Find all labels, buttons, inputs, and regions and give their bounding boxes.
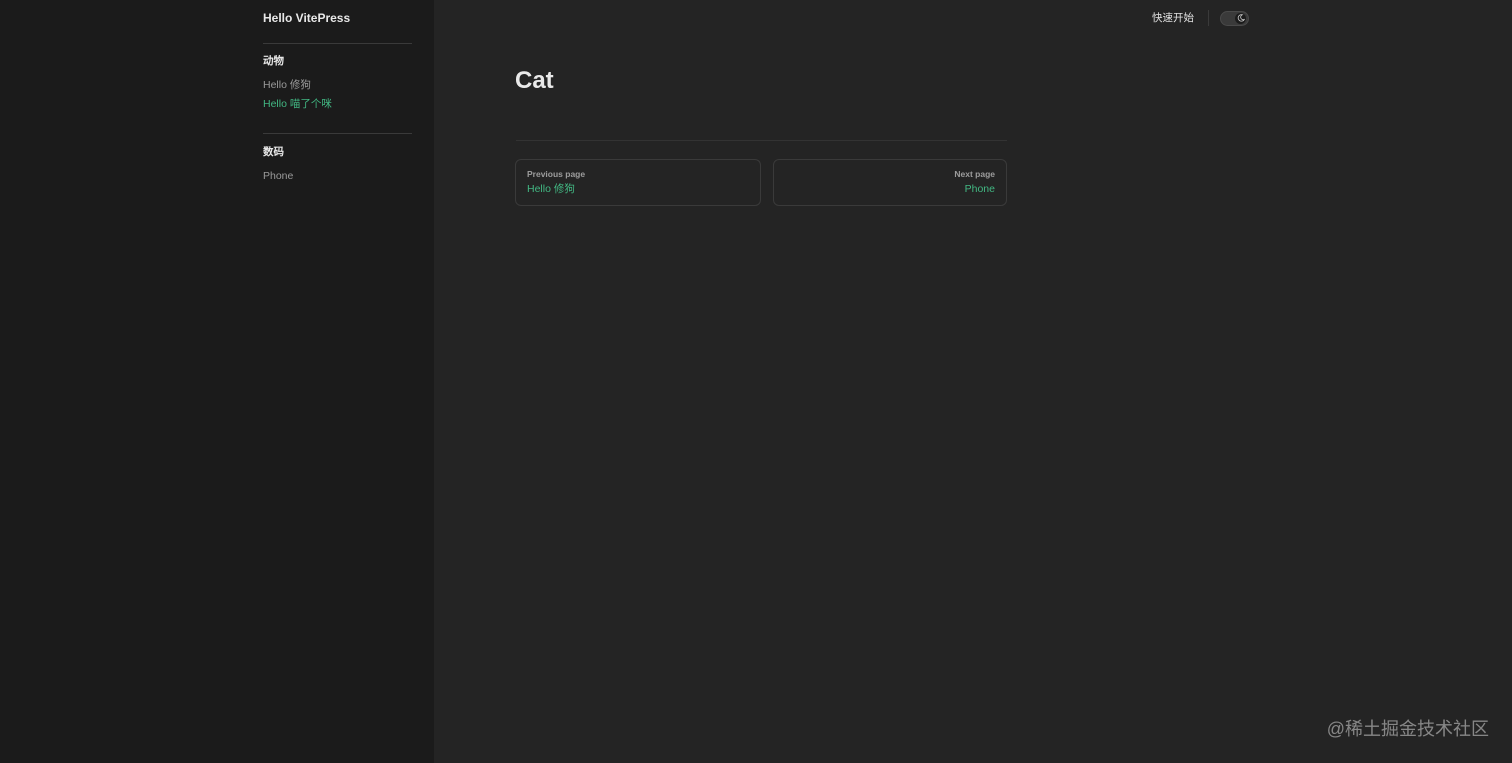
page-title: Cat bbox=[515, 67, 554, 94]
toggle-knob bbox=[1235, 12, 1246, 24]
sidebar-group-heading-digital: 数码 bbox=[263, 146, 284, 158]
nav-divider bbox=[1208, 10, 1209, 26]
nav-link-quick-start[interactable]: 快速开始 bbox=[1152, 11, 1194, 25]
pager-previous-desc: Previous page bbox=[527, 169, 586, 179]
moon-icon bbox=[1237, 14, 1245, 22]
pager-previous-link[interactable]: Previous page Hello 修狗 bbox=[515, 159, 761, 206]
sidebar-divider bbox=[263, 133, 412, 134]
content-divider bbox=[516, 140, 1007, 141]
top-nav: 快速开始 bbox=[1152, 10, 1249, 26]
sidebar: Hello VitePress 动物 Hello 修狗 Hello 喵了个咪 数… bbox=[0, 0, 434, 763]
pager-next-title: Phone bbox=[964, 183, 995, 195]
sidebar-item-phone[interactable]: Phone bbox=[263, 170, 293, 183]
sidebar-divider bbox=[263, 43, 412, 44]
app-layout: Hello VitePress 动物 Hello 修狗 Hello 喵了个咪 数… bbox=[0, 0, 1512, 763]
pager-next-link[interactable]: Next page Phone bbox=[773, 159, 1007, 206]
sidebar-group-heading-animals: 动物 bbox=[263, 55, 284, 67]
watermark-text: @稀土掘金技术社区 bbox=[1326, 719, 1489, 739]
site-title-link[interactable]: Hello VitePress bbox=[263, 11, 350, 25]
appearance-toggle[interactable] bbox=[1220, 10, 1249, 26]
sidebar-item-hello-dog[interactable]: Hello 修狗 bbox=[263, 79, 311, 92]
sidebar-item-hello-cat[interactable]: Hello 喵了个咪 bbox=[263, 98, 332, 111]
pager-next-desc: Next page bbox=[954, 169, 995, 179]
pager-previous-title: Hello 修狗 bbox=[527, 183, 575, 195]
